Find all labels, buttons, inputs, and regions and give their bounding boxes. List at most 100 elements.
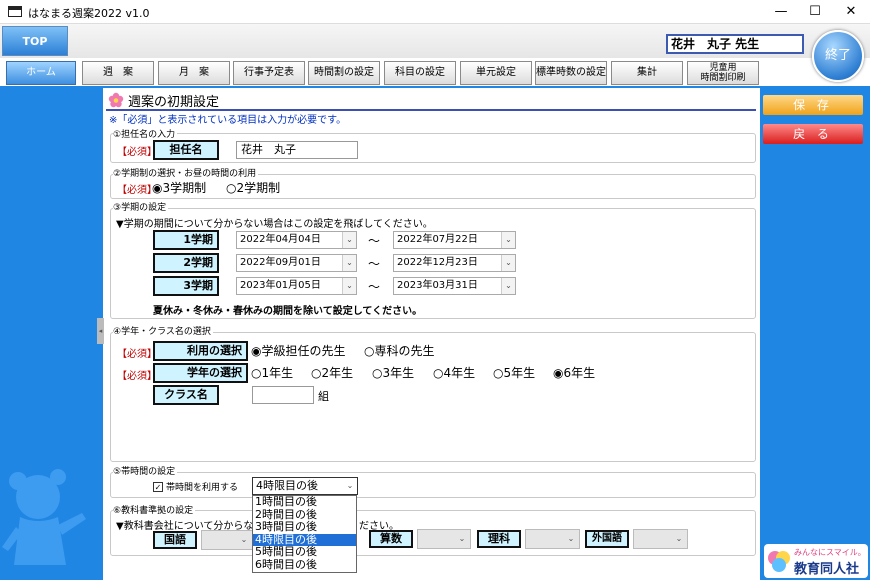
section-3-title: ③学期の設定 xyxy=(113,200,169,213)
exit-button[interactable]: 終了 xyxy=(812,30,864,82)
publisher-name: 教育同人社 xyxy=(794,562,860,577)
window-title: はなまる週案2022 v1.0 xyxy=(28,7,150,20)
mascot-silhouette xyxy=(2,469,86,565)
tilde: 〜 xyxy=(368,234,381,248)
nav-subject-settings[interactable]: 科目の設定 xyxy=(384,61,456,85)
flower-icon xyxy=(108,92,124,108)
japanese-publisher-select[interactable]: ⌄ xyxy=(201,530,253,550)
science-publisher-select[interactable]: ⌄ xyxy=(525,529,580,549)
nav-monthly-plan[interactable]: 月 案 xyxy=(158,61,230,85)
radio-homeroom-teacher[interactable]: ◉学級担任の先生 xyxy=(251,342,346,359)
chevron-down-icon: ⌄ xyxy=(343,478,357,494)
radio-3-term[interactable]: ◉3学期制 xyxy=(152,179,206,196)
required-notice: ※「必須」と表示されている項目は入力が必要です。 xyxy=(109,115,347,126)
term-1-end-select[interactable]: 2022年07月22日 ⌄ xyxy=(393,231,516,249)
smile-logo-icon xyxy=(768,551,790,572)
chevron-down-icon: ⌄ xyxy=(501,255,515,271)
chevron-down-icon: ⌄ xyxy=(458,534,466,543)
maximize-button[interactable]: ☐ xyxy=(798,0,832,24)
app-icon xyxy=(8,6,22,17)
nav-student-timetable-print[interactable]: 児童用 時間割印刷 xyxy=(687,61,759,85)
term-1-start-select[interactable]: 2022年04月04日 ⌄ xyxy=(236,231,357,249)
top-bar: TOP 花井 丸子 先生 xyxy=(0,24,870,58)
radio-checked-icon: ◉ xyxy=(152,181,163,195)
tilde: 〜 xyxy=(368,280,381,294)
required-tag: 【必須】 xyxy=(117,349,157,360)
subject-science-label: 理科 xyxy=(477,530,521,548)
nav-standard-hours[interactable]: 標準時数の設定 xyxy=(535,61,607,85)
band-time-checkbox[interactable]: ✓ 帯時間を利用する xyxy=(153,480,238,493)
term-3-label: 3学期 xyxy=(153,276,219,296)
save-button[interactable]: 保 存 xyxy=(763,95,863,115)
term-3-start-select[interactable]: 2023年01月05日 ⌄ xyxy=(236,277,357,295)
dropdown-option[interactable]: 6時間目の後 xyxy=(253,558,356,572)
dropdown-option[interactable]: 1時間目の後 xyxy=(253,495,356,509)
subject-english-label: 外国語 xyxy=(585,530,629,548)
section-1-title: ①担任名の入力 xyxy=(113,127,178,140)
radio-checked-icon: ◉ xyxy=(251,344,262,358)
radio-2-term[interactable]: ○2学期制 xyxy=(226,179,280,196)
math-publisher-select[interactable]: ⌄ xyxy=(417,529,471,549)
class-name-input[interactable] xyxy=(252,386,314,404)
term-2-start-select[interactable]: 2022年09月01日 ⌄ xyxy=(236,254,357,272)
checkbox-checked-icon: ✓ xyxy=(153,482,163,492)
grade-label: 学年の選択 xyxy=(153,363,248,383)
band-time-select[interactable]: 4時限目の後 ⌄ xyxy=(252,477,358,495)
radio-unchecked-icon: ○ xyxy=(433,366,444,380)
term-footnote: 夏休み・冬休み・春休みの期間を除いて設定してください。 xyxy=(153,306,423,317)
collapse-handle[interactable]: ◂ xyxy=(97,318,104,344)
radio-grade-1[interactable]: ○1年生 xyxy=(251,364,293,381)
section-2-title: ②学期制の選択・お昼の時間の利用 xyxy=(113,166,259,179)
radio-grade-3[interactable]: ○3年生 xyxy=(372,364,414,381)
section-6-title: ⑥教科書準拠の設定 xyxy=(113,503,196,516)
chevron-down-icon: ⌄ xyxy=(240,535,248,544)
nav-unit-settings[interactable]: 単元設定 xyxy=(460,61,532,85)
radio-unchecked-icon: ○ xyxy=(493,366,504,380)
subject-math-label: 算数 xyxy=(369,530,413,548)
radio-checked-icon: ◉ xyxy=(553,366,564,380)
chevron-down-icon: ⌄ xyxy=(342,232,356,248)
term-hint: ▼学期の期間について分からない場合はこの設定を飛ばしてください。 xyxy=(116,219,433,230)
chevron-down-icon: ⌄ xyxy=(501,232,515,248)
teacher-name-input[interactable]: 花井 丸子 xyxy=(236,141,358,159)
nav-timetable-settings[interactable]: 時間割の設定 xyxy=(308,61,380,85)
radio-grade-6[interactable]: ◉6年生 xyxy=(553,364,595,381)
section-5-title: ⑤帯時間の設定 xyxy=(113,464,178,477)
nav-weekly-plan[interactable]: 週 案 xyxy=(82,61,154,85)
radio-specialist-teacher[interactable]: ○専科の先生 xyxy=(364,342,435,359)
required-tag: 【必須】 xyxy=(117,147,157,158)
subject-japanese-label: 国語 xyxy=(153,531,197,549)
term-2-end-select[interactable]: 2022年12月23日 ⌄ xyxy=(393,254,516,272)
radio-grade-4[interactable]: ○4年生 xyxy=(433,364,475,381)
publisher-tagline: みんなにスマイル。 xyxy=(794,548,866,557)
close-window-button[interactable]: ✕ xyxy=(834,0,868,24)
teacher-name-label: 担任名 xyxy=(153,140,219,160)
english-publisher-select[interactable]: ⌄ xyxy=(633,529,688,549)
radio-grade-2[interactable]: ○2年生 xyxy=(311,364,353,381)
minimize-button[interactable]: — xyxy=(764,0,798,24)
title-bar: はなまる週案2022 v1.0 — ☐ ✕ xyxy=(0,0,870,24)
nav-events[interactable]: 行事予定表 xyxy=(233,61,305,85)
nav-totals[interactable]: 集計 xyxy=(611,61,683,85)
chevron-down-icon: ⌄ xyxy=(567,534,575,543)
required-tag: 【必須】 xyxy=(117,185,157,196)
radio-grade-5[interactable]: ○5年生 xyxy=(493,364,535,381)
chevron-down-icon: ⌄ xyxy=(342,278,356,294)
term-2-label: 2学期 xyxy=(153,253,219,273)
radio-unchecked-icon: ○ xyxy=(226,181,237,195)
nav-home[interactable]: ホーム xyxy=(6,61,76,85)
page-title: 週案の初期設定 xyxy=(128,95,220,110)
band-time-dropdown-list: 1時間目の後 2時間目の後 3時間目の後 4時限目の後 5時間目の後 6時間目の… xyxy=(252,495,357,573)
term-3-end-select[interactable]: 2023年03月31日 ⌄ xyxy=(393,277,516,295)
class-name-label: クラス名 xyxy=(153,385,219,405)
user-name-display: 花井 丸子 先生 xyxy=(666,34,804,54)
radio-unchecked-icon: ○ xyxy=(364,344,375,358)
term-1-label: 1学期 xyxy=(153,230,219,250)
back-button[interactable]: 戻 る xyxy=(763,124,863,144)
dropdown-option[interactable]: 3時間目の後 xyxy=(253,521,356,534)
top-button[interactable]: TOP xyxy=(2,26,68,56)
usage-label: 利用の選択 xyxy=(153,341,248,361)
radio-unchecked-icon: ○ xyxy=(251,366,262,380)
radio-unchecked-icon: ○ xyxy=(311,366,322,380)
publisher-logo: みんなにスマイル。 教育同人社 xyxy=(764,544,868,578)
